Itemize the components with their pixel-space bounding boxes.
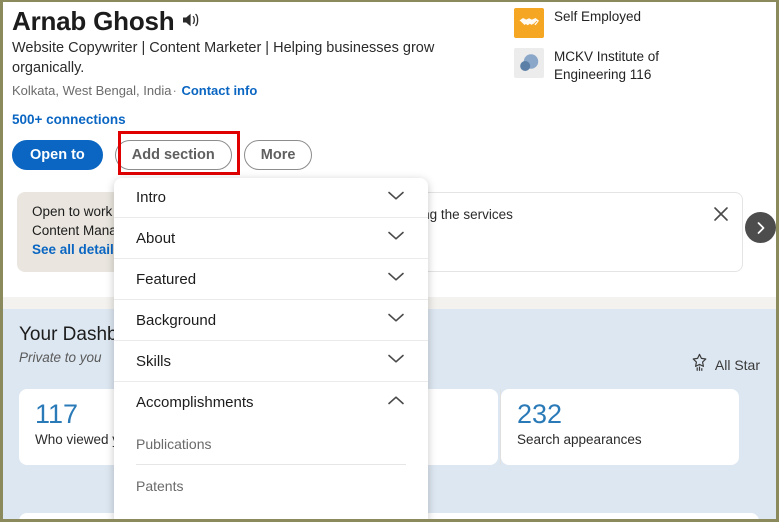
contact-info-link[interactable]: Contact info: [181, 83, 257, 98]
add-section-button[interactable]: Add section: [114, 140, 232, 170]
dashboard-title: Your Dashb: [19, 324, 118, 345]
close-icon[interactable]: [710, 203, 732, 225]
dropdown-item-featured[interactable]: Featured: [114, 259, 428, 300]
chevron-down-icon: [386, 189, 406, 207]
location-separator: ·: [172, 83, 177, 98]
dropdown-item-background[interactable]: Background: [114, 300, 428, 341]
screenshot-root: Arnab Ghosh Website Copywriter | Content…: [0, 0, 779, 522]
dropdown-subitem-patents[interactable]: Patents: [114, 465, 428, 506]
dropdown-item-label: Background: [136, 311, 217, 329]
open-to-button[interactable]: Open to: [12, 140, 103, 170]
dropdown-item-intro[interactable]: Intro: [114, 178, 428, 218]
chevron-up-icon: [386, 394, 406, 412]
chevron-down-icon: [386, 229, 406, 247]
connections-link[interactable]: 500+ connections: [12, 111, 776, 128]
dropdown-item-about[interactable]: About: [114, 218, 428, 259]
dropdown-item-skills[interactable]: Skills: [114, 341, 428, 382]
page-title: Arnab Ghosh: [12, 6, 175, 36]
dashboard-title-block: Your Dashb Private to you: [19, 323, 118, 367]
company-item-mckv[interactable]: MCKV Institute of Engineering 116: [514, 48, 764, 84]
add-section-dropdown: Intro About Featured Background Skills A…: [114, 178, 428, 519]
dropdown-item-label: Accomplishments: [136, 394, 254, 411]
stat-label: Search appearances: [517, 432, 642, 447]
dropdown-item-label: Skills: [136, 352, 172, 370]
star-badge-icon: [691, 353, 708, 377]
stat-value: 232: [517, 399, 563, 429]
chevron-down-icon: [386, 311, 406, 329]
dropdown-subitem-publications[interactable]: Publications: [114, 423, 428, 464]
chevron-down-icon: [386, 352, 406, 370]
dropdown-items: Intro About Featured Background Skills A…: [114, 178, 428, 506]
handshake-icon: [514, 8, 544, 38]
dropdown-item-label: About: [136, 229, 176, 247]
company-name: Self Employed: [554, 9, 642, 24]
dropdown-subitem-label: Publications: [136, 435, 212, 452]
university-circles-icon: [514, 48, 544, 78]
dashboard-private-note: Private to you: [19, 350, 102, 365]
stat-card-search-appearances[interactable]: 232 Search appearances: [501, 389, 739, 465]
profile-location: Kolkata, West Bengal, India: [12, 83, 172, 98]
dropdown-item-label: Featured: [136, 270, 197, 288]
dropdown-subitem-label: Patents: [136, 477, 184, 494]
company-name: MCKV Institute of Engineering 116: [554, 49, 660, 82]
chevron-down-icon: [386, 270, 406, 288]
profile-headline: Website Copywriter | Content Marketer | …: [12, 40, 435, 76]
dropdown-item-accomplishments[interactable]: Accomplishments: [114, 382, 428, 423]
dropdown-item-label: Intro: [136, 189, 167, 206]
all-star-label: All Star: [714, 357, 760, 373]
more-button[interactable]: More: [243, 140, 313, 170]
profile-action-buttons: Open to Add section More: [12, 131, 776, 175]
current-positions: Self Employed MCKV Institute of Engineer…: [514, 8, 764, 94]
speaker-icon[interactable]: [181, 11, 202, 34]
chevron-right-icon[interactable]: [745, 212, 776, 243]
all-star-badge[interactable]: All Star: [691, 353, 760, 377]
company-item-self-employed[interactable]: Self Employed: [514, 8, 764, 38]
